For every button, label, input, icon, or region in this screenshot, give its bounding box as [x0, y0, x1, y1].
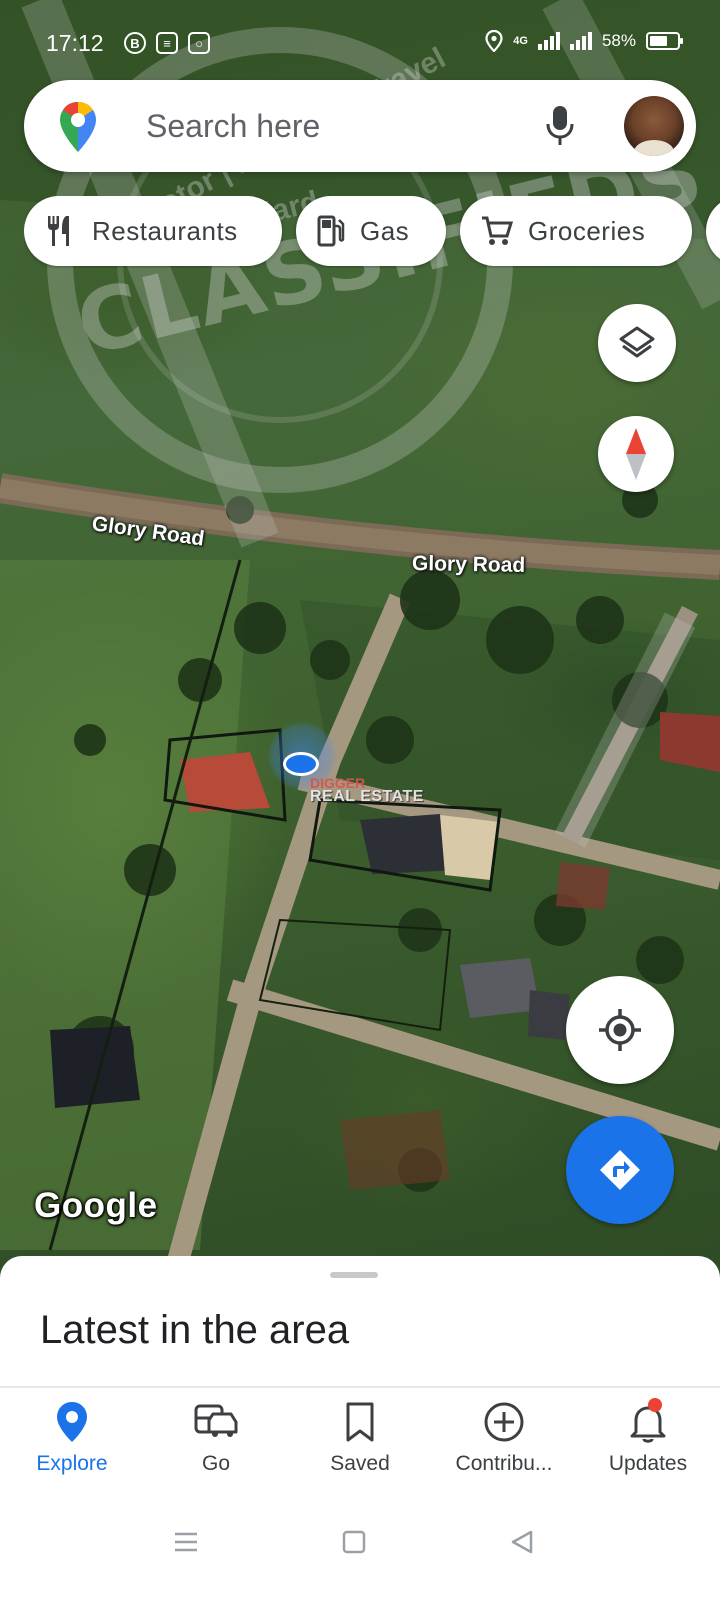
compass-icon: [626, 428, 646, 480]
network-type: 4G: [513, 34, 528, 47]
chip-groceries-label: Groceries: [528, 215, 646, 246]
system-navigation-bar: [0, 1500, 720, 1600]
my-location-button[interactable]: [566, 976, 674, 1084]
chip-restaurants[interactable]: Restaurants: [24, 196, 282, 266]
chip-groceries[interactable]: Groceries: [460, 196, 692, 266]
watermark-digger-realestate: DIGGER REAL ESTATE: [310, 776, 424, 805]
nav-updates-label: Updates: [608, 1452, 688, 1475]
add-circle-icon: [484, 1402, 524, 1442]
location-status-icon: [485, 30, 503, 52]
bottom-navigation: Explore Go Saved Contribu... Updates: [0, 1392, 720, 1492]
signal-icon-2: [569, 32, 592, 50]
search-bar[interactable]: Search here: [24, 80, 696, 172]
cart-icon: [482, 216, 514, 245]
nav-go[interactable]: Go: [144, 1392, 288, 1492]
google-attribution-logo: Google: [34, 1186, 158, 1225]
status-bar: 17:12 B ≡ ○ 4G 58%: [0, 22, 720, 66]
back-icon[interactable]: [508, 1528, 536, 1556]
fork-knife-icon: [48, 216, 69, 246]
nav-saved[interactable]: Saved: [288, 1392, 432, 1492]
sheet-divider: [0, 1386, 720, 1388]
nav-contribute[interactable]: Contribu...: [432, 1392, 576, 1492]
battery-icon: [646, 32, 683, 50]
battery-percent: 58%: [601, 31, 636, 50]
nav-explore[interactable]: Explore: [0, 1392, 144, 1492]
chip-gas[interactable]: Gas: [296, 196, 446, 266]
compass-button[interactable]: [598, 416, 674, 492]
notification-icons: B ≡ ○: [124, 32, 210, 54]
nav-saved-label: Saved: [330, 1452, 390, 1475]
directions-icon: [600, 1150, 640, 1190]
map-terrain: [0, 0, 720, 1290]
category-chips: Restaurants Gas Groceries: [24, 196, 720, 268]
nav-explore-label: Explore: [36, 1452, 108, 1475]
nav-updates[interactable]: Updates: [576, 1392, 720, 1492]
directions-button[interactable]: [566, 1116, 674, 1224]
satellite-map[interactable]: Motor | Property | Travel Standard CLASS…: [0, 0, 720, 1290]
layers-icon: [619, 326, 655, 358]
explore-pin-icon: [57, 1402, 87, 1442]
home-icon[interactable]: [340, 1528, 368, 1556]
road-label-glory-road-east: Glory Road: [411, 552, 526, 577]
updates-notification-badge: [648, 1398, 662, 1412]
status-right-cluster: 4G 58%: [485, 30, 683, 52]
nav-go-label: Go: [201, 1452, 230, 1475]
crosshair-icon: [599, 1009, 641, 1051]
chip-restaurants-label: Restaurants: [92, 215, 238, 246]
sheet-title: Latest in the area: [40, 1308, 350, 1352]
b-icon: B: [124, 32, 146, 54]
mic-icon[interactable]: [546, 104, 574, 148]
status-time: 17:12: [46, 30, 104, 56]
gas-pump-icon: [317, 215, 345, 247]
layers-button[interactable]: [598, 304, 676, 382]
go-commute-icon: [194, 1404, 238, 1437]
instagram-icon: ○: [188, 32, 210, 54]
chip-gas-label: Gas: [360, 215, 410, 246]
nav-contribute-label: Contribu...: [455, 1452, 553, 1475]
news-icon: ≡: [156, 32, 178, 54]
watermark-realestate-text: REAL ESTATE: [310, 788, 424, 805]
search-input[interactable]: Search here: [146, 108, 320, 145]
signal-icon-1: [537, 32, 560, 50]
google-maps-pin-icon: [60, 102, 96, 152]
chip-more[interactable]: [706, 196, 720, 266]
sheet-drag-handle[interactable]: [330, 1272, 378, 1278]
profile-avatar[interactable]: [624, 96, 684, 156]
bookmark-icon: [346, 1402, 374, 1442]
menu-icon[interactable]: [172, 1528, 200, 1556]
current-location-dot[interactable]: [283, 752, 319, 776]
